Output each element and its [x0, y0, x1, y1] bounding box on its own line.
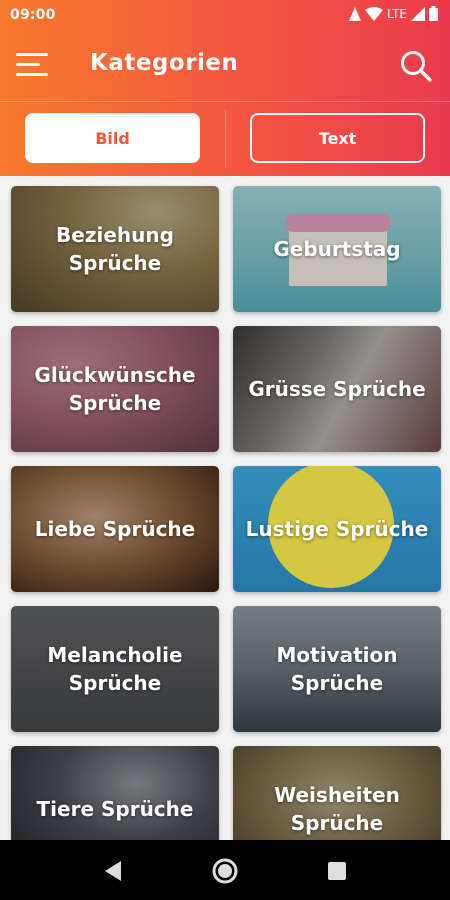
category-label: Motivation Sprüche: [276, 643, 398, 695]
category-label: Weisheiten Sprüche: [274, 783, 400, 835]
status-icons: LTE: [349, 6, 438, 21]
content-type-toggle: Bild Text: [0, 102, 450, 176]
category-card-lustig[interactable]: Lustige Sprüche: [233, 466, 441, 592]
text-tab-button[interactable]: Text: [250, 113, 425, 163]
category-label: Melancholie Sprüche: [47, 643, 183, 695]
bild-tab-button[interactable]: Bild: [25, 113, 200, 163]
category-card-melancholie[interactable]: Melancholie Sprüche: [11, 606, 219, 732]
wifi-icon: [365, 6, 384, 21]
back-icon[interactable]: [99, 857, 127, 885]
category-card-beziehung[interactable]: Beziehung Sprüche: [11, 186, 219, 312]
category-label: Tiere Sprüche: [36, 797, 194, 821]
category-card-liebe[interactable]: Liebe Sprüche: [11, 466, 219, 592]
recent-apps-icon[interactable]: [323, 857, 351, 885]
category-label: Liebe Sprüche: [34, 517, 196, 541]
category-label: Grüsse Sprüche: [248, 377, 426, 401]
category-label: Glückwünsche Sprüche: [34, 363, 196, 415]
status-bar: 09:00 LTE: [0, 0, 450, 30]
category-card-weisheiten[interactable]: Weisheiten Sprüche: [233, 746, 441, 840]
category-card-tiere[interactable]: Tiere Sprüche: [11, 746, 219, 840]
category-card-glueckwuensche[interactable]: Glückwünsche Sprüche: [11, 326, 219, 452]
signal-icon: [411, 6, 425, 21]
system-navigation-bar: [0, 840, 450, 900]
network-type: LTE: [387, 6, 407, 21]
category-card-geburtstag[interactable]: Geburtstag: [233, 186, 441, 312]
category-card-motivation[interactable]: Motivation Sprüche: [233, 606, 441, 732]
toggle-divider: [225, 110, 226, 168]
search-icon[interactable]: [398, 48, 434, 84]
category-label: Beziehung Sprüche: [56, 223, 174, 275]
home-icon[interactable]: [211, 857, 239, 885]
category-label: Geburtstag: [273, 237, 401, 261]
category-label: Lustige Sprüche: [245, 517, 429, 541]
alarm-icon: [349, 6, 362, 21]
hamburger-menu-icon[interactable]: [16, 50, 54, 80]
category-card-gruesse[interactable]: Grüsse Sprüche: [233, 326, 441, 452]
header-area: 09:00 LTE Kategorien Bild Text: [0, 0, 450, 176]
page-title: Kategorien: [90, 50, 239, 76]
category-grid: Beziehung Sprüche Geburtstag Glückwünsch…: [0, 176, 450, 840]
battery-icon: [429, 6, 438, 21]
status-time: 09:00: [10, 7, 56, 23]
app-bar: Kategorien: [0, 30, 450, 102]
